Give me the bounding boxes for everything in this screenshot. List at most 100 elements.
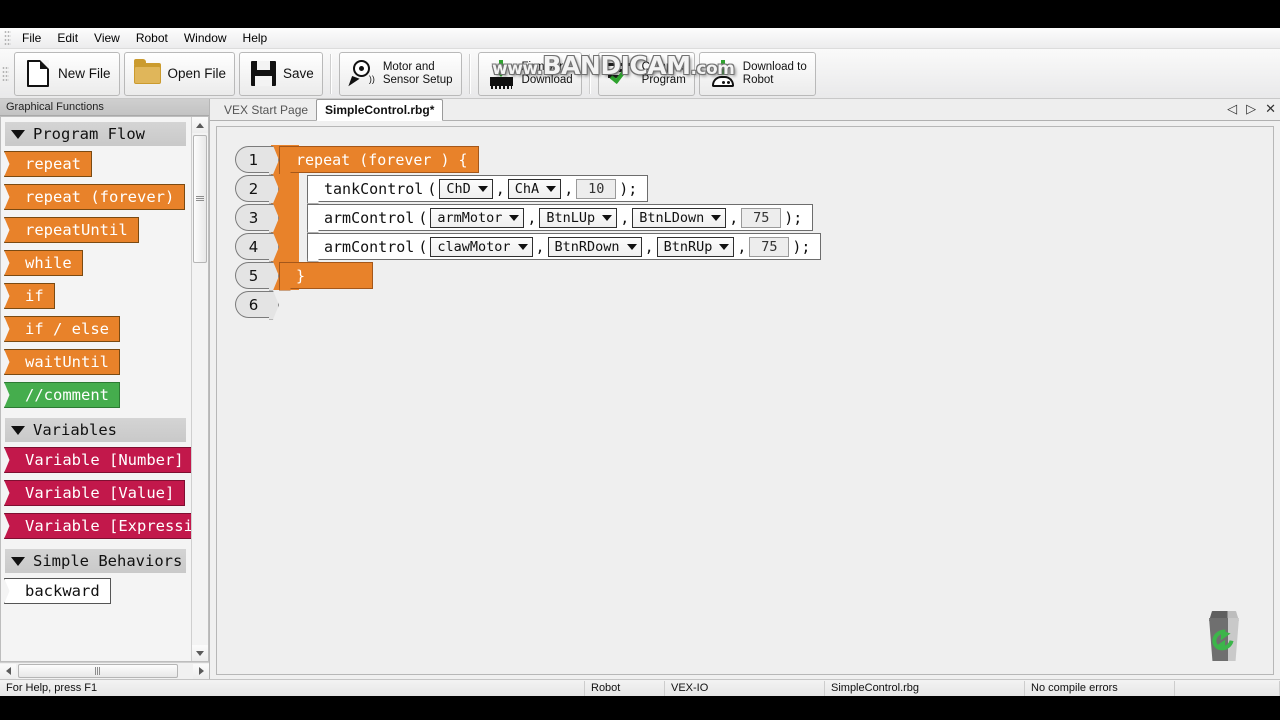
scroll-right-arrow-icon[interactable] xyxy=(193,663,209,679)
motor-sensor-setup-label: Motor and Sensor Setup xyxy=(382,60,453,86)
scroll-down-arrow-icon[interactable] xyxy=(192,645,208,661)
download-to-robot-label: Download to Robot xyxy=(742,60,807,86)
dropdown-channel-2[interactable]: ChA xyxy=(507,178,562,199)
open-file-button[interactable]: Open File xyxy=(123,51,236,96)
status-platform: VEX-IO xyxy=(665,680,825,696)
sidebar-vertical-scrollbar[interactable] xyxy=(191,117,208,661)
block-comment[interactable]: //comment xyxy=(13,382,120,408)
hscroll-thumb[interactable] xyxy=(18,664,178,678)
section-header-program-flow[interactable]: Program Flow xyxy=(5,122,186,146)
dropdown-value: ChD xyxy=(446,180,471,197)
function-name: armControl xyxy=(324,208,415,227)
statement-repeat-forever: repeat (forever ) { xyxy=(279,146,479,173)
section-header-simple-behaviors[interactable]: Simple Behaviors xyxy=(5,549,186,573)
program-canvas[interactable]: 1 repeat (forever ) { 2 tankControl ( Ch… xyxy=(216,126,1274,675)
dropdown-value: clawMotor xyxy=(437,238,511,255)
number-field-threshold[interactable]: 10 xyxy=(576,178,617,199)
toolbar-separator-2 xyxy=(468,53,471,94)
dropdown-button-down[interactable]: BtnRDown xyxy=(547,236,642,257)
dropdown-button-down[interactable]: BtnLDown xyxy=(632,207,727,228)
open-file-label: Open File xyxy=(167,66,227,81)
menu-item-window[interactable]: Window xyxy=(176,29,235,48)
paren-close: ); xyxy=(784,208,803,227)
dropdown-motor[interactable]: armMotor xyxy=(430,207,525,228)
block-repeat-until[interactable]: repeatUntil xyxy=(13,217,139,243)
menu-item-edit[interactable]: Edit xyxy=(49,29,86,48)
code-line-1[interactable]: 1 repeat (forever ) { xyxy=(235,145,821,174)
code-line-5[interactable]: 5 } xyxy=(235,261,821,290)
tab-prev-icon[interactable]: ◁ xyxy=(1227,101,1237,116)
block-backward[interactable]: backward xyxy=(13,578,111,604)
paren-open: ( xyxy=(418,208,428,227)
statement-arm-control-1: armControl ( armMotor , BtnLUp , BtnLDow… xyxy=(307,204,814,231)
tab-simplecontrol-rbg[interactable]: SimpleControl.rbg* xyxy=(316,99,444,121)
block-repeat-forever[interactable]: repeat (forever) xyxy=(13,184,186,210)
code-block-stack: 1 repeat (forever ) { 2 tankControl ( Ch… xyxy=(235,145,822,319)
sidebar-horizontal-scrollbar[interactable] xyxy=(0,662,209,679)
status-file: SimpleControl.rbg xyxy=(825,680,1025,696)
number-field-speed[interactable]: 75 xyxy=(749,236,790,257)
editor-area: VEX Start Page SimpleControl.rbg* ◁ ▷ ✕ … xyxy=(210,99,1280,679)
motor-sensor-icon: )) xyxy=(348,58,378,90)
comma: , xyxy=(527,208,537,227)
block-repeat[interactable]: repeat xyxy=(13,151,92,177)
code-line-4[interactable]: 4 armControl ( clawMotor , BtnRDown , Bt… xyxy=(235,232,822,261)
code-line-2[interactable]: 2 tankControl ( ChD , ChA , 10 ); xyxy=(235,174,821,203)
scroll-left-arrow-icon[interactable] xyxy=(0,663,16,679)
dropdown-motor[interactable]: clawMotor xyxy=(430,236,533,257)
comma: , xyxy=(729,208,739,227)
menu-grip-handle[interactable] xyxy=(4,30,11,46)
chevron-down-icon xyxy=(602,214,613,221)
chevron-down-icon xyxy=(719,243,730,250)
block-variable-expression[interactable]: Variable [Expressi xyxy=(13,513,204,539)
dropdown-channel-1[interactable]: ChD xyxy=(439,178,493,199)
statement-closing-brace: } xyxy=(279,262,373,289)
statement-tank-control: tankControl ( ChD , ChA , 10 ); xyxy=(307,175,649,202)
download-to-robot-button[interactable]: Download to Robot xyxy=(698,51,816,96)
code-line-3[interactable]: 3 armControl ( armMotor , BtnLUp , BtnLD… xyxy=(235,203,821,232)
dropdown-button-up[interactable]: BtnLUp xyxy=(539,207,618,228)
block-if-else[interactable]: if / else xyxy=(13,316,120,342)
save-button[interactable]: Save xyxy=(239,51,323,96)
compile-program-button[interactable]: Compile Program xyxy=(597,51,695,96)
trash-recycle-bin-icon[interactable] xyxy=(1203,610,1245,662)
menu-item-help[interactable]: Help xyxy=(235,29,276,48)
block-variable-number[interactable]: Variable [Number] xyxy=(13,447,195,473)
menu-item-view[interactable]: View xyxy=(86,29,128,48)
scroll-up-arrow-icon[interactable] xyxy=(192,117,208,133)
toolbar: New File Open File Save )) Motor and Sen… xyxy=(0,49,1280,99)
menu-bar: File Edit View Robot Window Help xyxy=(0,28,1280,49)
new-file-label: New File xyxy=(58,66,111,81)
new-file-icon xyxy=(23,58,53,90)
block-if[interactable]: if xyxy=(13,283,55,309)
status-bar: For Help, press F1 Robot VEX-IO SimpleCo… xyxy=(0,679,1280,696)
motor-sensor-setup-button[interactable]: )) Motor and Sensor Setup xyxy=(338,51,462,96)
status-blank xyxy=(1175,680,1280,696)
firmware-download-button[interactable]: Firmware Download xyxy=(477,51,582,96)
number-field-speed[interactable]: 75 xyxy=(741,207,782,228)
compile-program-label: Compile Program xyxy=(641,60,686,86)
panel-scroll-content: Program Flow repeat repeat (forever) rep… xyxy=(1,117,204,661)
chevron-down-icon xyxy=(711,214,722,221)
open-folder-icon xyxy=(133,58,163,90)
code-line-6[interactable]: 6 xyxy=(235,290,821,319)
block-wait-until[interactable]: waitUntil xyxy=(13,349,120,375)
new-file-button[interactable]: New File xyxy=(14,51,120,96)
block-while[interactable]: while xyxy=(13,250,83,276)
dropdown-button-up[interactable]: BtnRUp xyxy=(656,236,735,257)
chevron-down-icon xyxy=(517,243,528,250)
scroll-thumb[interactable] xyxy=(193,135,207,263)
main-body: Graphical Functions Program Flow repeat … xyxy=(0,99,1280,679)
section-label-variables: Variables xyxy=(33,421,117,439)
menu-item-file[interactable]: File xyxy=(14,29,49,48)
block-variable-value[interactable]: Variable [Value] xyxy=(13,480,186,506)
section-label-simple-behaviors: Simple Behaviors xyxy=(33,552,183,570)
section-header-variables[interactable]: Variables xyxy=(5,418,186,442)
statement-text: repeat (forever ) { xyxy=(296,150,468,169)
tab-close-icon[interactable]: ✕ xyxy=(1265,101,1276,116)
block-list-variables: Variable [Number] Variable [Value] Varia… xyxy=(1,447,204,546)
tab-next-icon[interactable]: ▷ xyxy=(1246,101,1256,116)
menu-item-robot[interactable]: Robot xyxy=(128,29,176,48)
toolbar-grip-handle[interactable] xyxy=(2,65,9,82)
tab-vex-start-page[interactable]: VEX Start Page xyxy=(216,100,316,120)
